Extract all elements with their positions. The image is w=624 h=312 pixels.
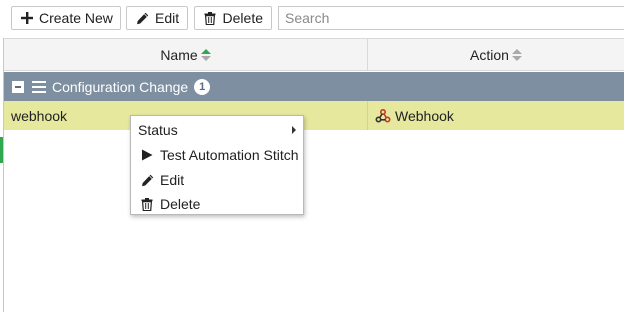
sort-ascending-icon — [200, 48, 211, 62]
menu-item-test-label: Test Automation Stitch — [160, 147, 299, 163]
column-header-action[interactable]: Action — [368, 39, 624, 70]
webhook-icon — [375, 108, 391, 124]
column-divider — [367, 101, 368, 130]
submenu-arrow-icon — [292, 126, 296, 134]
plus-icon — [21, 11, 33, 25]
cell-action: Webhook — [375, 101, 615, 130]
menu-item-status[interactable]: Status — [131, 118, 303, 142]
menu-item-status-label: Status — [138, 122, 178, 138]
column-header-action-label: Action — [470, 46, 509, 63]
sort-neutral-icon — [511, 48, 522, 62]
edit-button[interactable]: Edit — [126, 6, 188, 30]
delete-button[interactable]: Delete — [194, 6, 272, 30]
trash-icon — [140, 197, 154, 211]
create-new-label: Create New — [39, 10, 113, 26]
search-input[interactable] — [278, 6, 624, 30]
trash-icon — [204, 11, 217, 25]
menu-item-edit[interactable]: Edit — [131, 168, 303, 192]
table-header: Name Action — [4, 38, 624, 71]
cell-action-label: Webhook — [395, 107, 454, 124]
create-new-button[interactable]: Create New — [11, 6, 121, 30]
pencil-icon — [136, 11, 149, 25]
column-header-name[interactable]: Name — [4, 39, 368, 70]
edit-label: Edit — [155, 10, 180, 26]
green-marker — [0, 137, 3, 163]
context-menu: Status Test Automation Stitch Edit Delet… — [130, 115, 304, 215]
table-row[interactable]: webhook Webhook — [4, 101, 624, 130]
menu-item-delete[interactable]: Delete — [131, 192, 303, 216]
pencil-icon — [140, 173, 154, 187]
menu-item-delete-label: Delete — [160, 196, 201, 212]
group-row-configuration-change[interactable]: Configuration Change 1 — [4, 72, 624, 101]
group-count-badge: 1 — [194, 78, 211, 95]
play-icon — [140, 148, 154, 162]
list-icon — [32, 80, 46, 93]
delete-label: Delete — [222, 10, 263, 26]
group-label: Configuration Change — [52, 78, 189, 95]
column-header-name-label: Name — [160, 46, 198, 63]
collapse-icon[interactable] — [12, 80, 24, 93]
menu-item-test-automation-stitch[interactable]: Test Automation Stitch — [131, 143, 303, 167]
toolbar: Create New Edit Delete — [0, 0, 624, 38]
menu-item-edit-label: Edit — [160, 172, 185, 188]
